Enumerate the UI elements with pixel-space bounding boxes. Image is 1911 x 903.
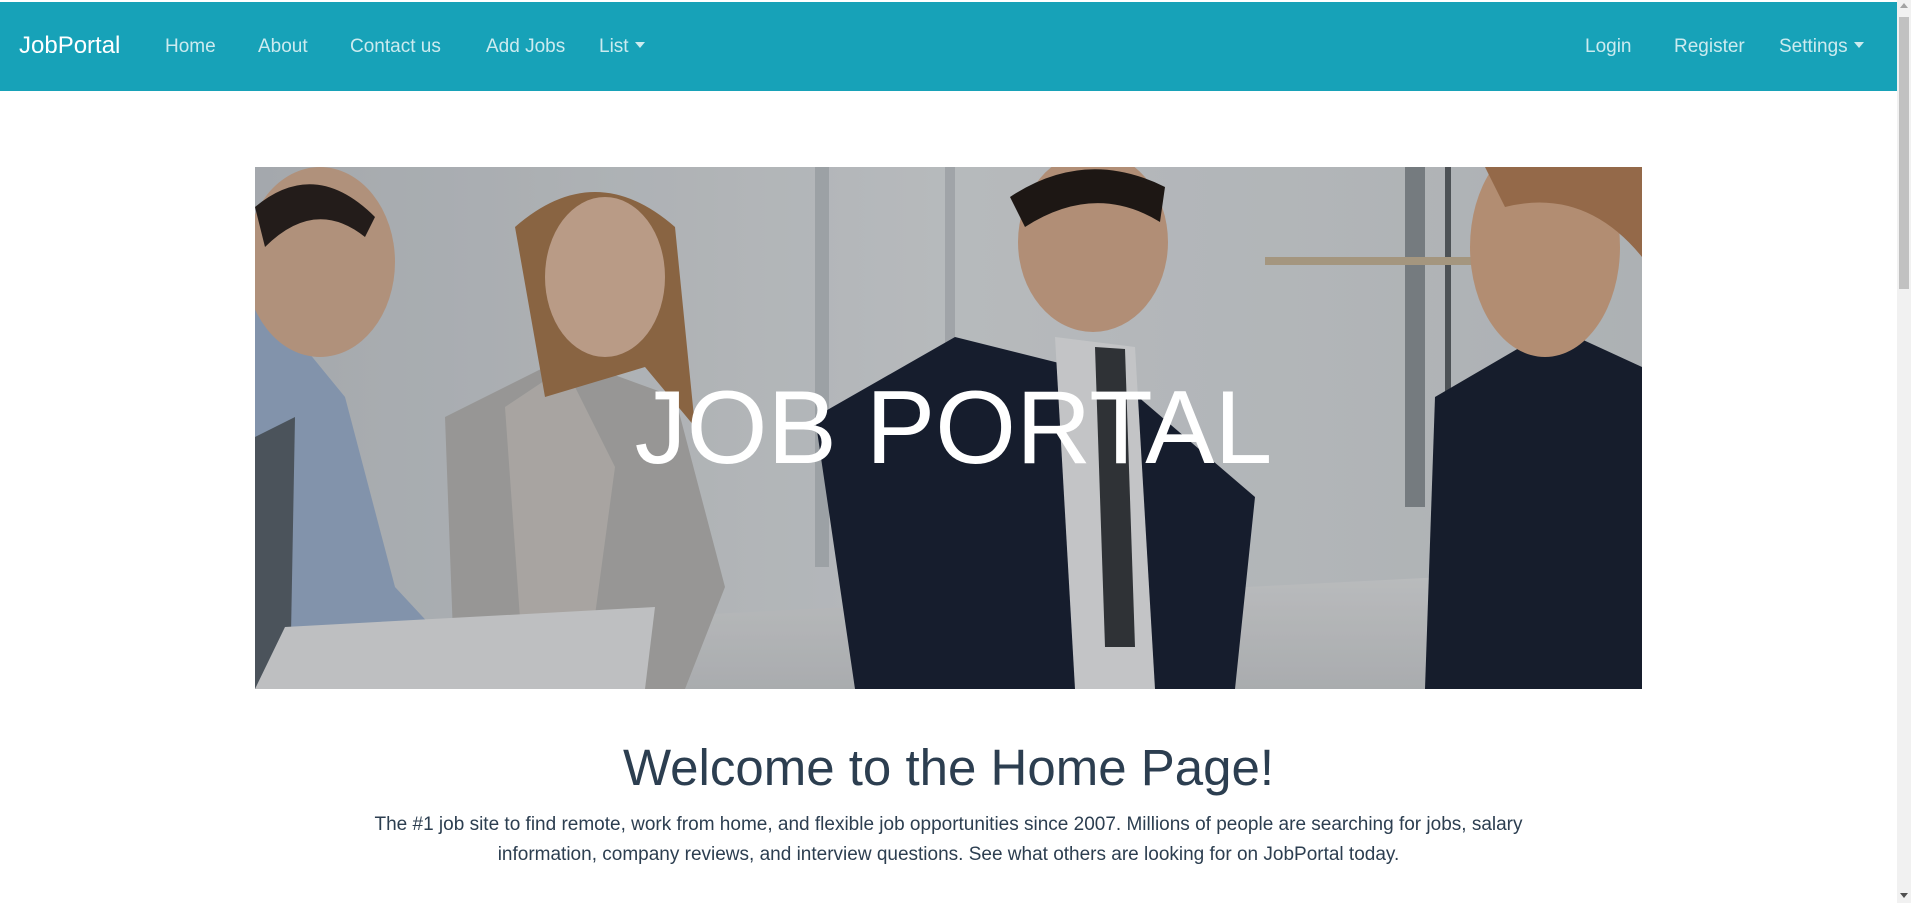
nav-list-label: List xyxy=(599,36,629,57)
hero-title: JOB PORTAL xyxy=(634,369,1273,486)
nav-home-link[interactable]: Home xyxy=(165,36,216,58)
navbar: JobPortal Home About Contact us Add Jobs… xyxy=(0,2,1897,91)
welcome-description: The #1 job site to find remote, work fro… xyxy=(374,814,1523,865)
nav-list-dropdown[interactable]: List xyxy=(599,36,645,58)
caret-down-icon xyxy=(1853,42,1864,48)
hero-banner: JOB PORTAL xyxy=(255,167,1642,689)
vertical-scrollbar[interactable] xyxy=(1897,0,1911,903)
nav-register-link[interactable]: Register xyxy=(1674,36,1745,58)
scrollbar-thumb[interactable] xyxy=(1899,17,1909,289)
welcome-heading: Welcome to the Home Page! xyxy=(622,739,1275,796)
nav-add-jobs-link[interactable]: Add Jobs xyxy=(486,36,565,58)
nav-contact-link[interactable]: Contact us xyxy=(350,36,441,58)
nav-settings-dropdown[interactable]: Settings xyxy=(1779,36,1864,58)
nav-login-link[interactable]: Login xyxy=(1585,36,1632,58)
brand-link[interactable]: JobPortal xyxy=(19,32,120,60)
nav-about-link[interactable]: About xyxy=(258,36,308,58)
nav-settings-label: Settings xyxy=(1779,36,1848,57)
scroll-down-arrow-icon[interactable] xyxy=(1900,893,1908,898)
scroll-up-arrow-icon[interactable] xyxy=(1900,3,1908,8)
caret-down-icon xyxy=(634,42,645,48)
page: JobPortal Home About Contact us Add Jobs… xyxy=(0,0,1911,903)
